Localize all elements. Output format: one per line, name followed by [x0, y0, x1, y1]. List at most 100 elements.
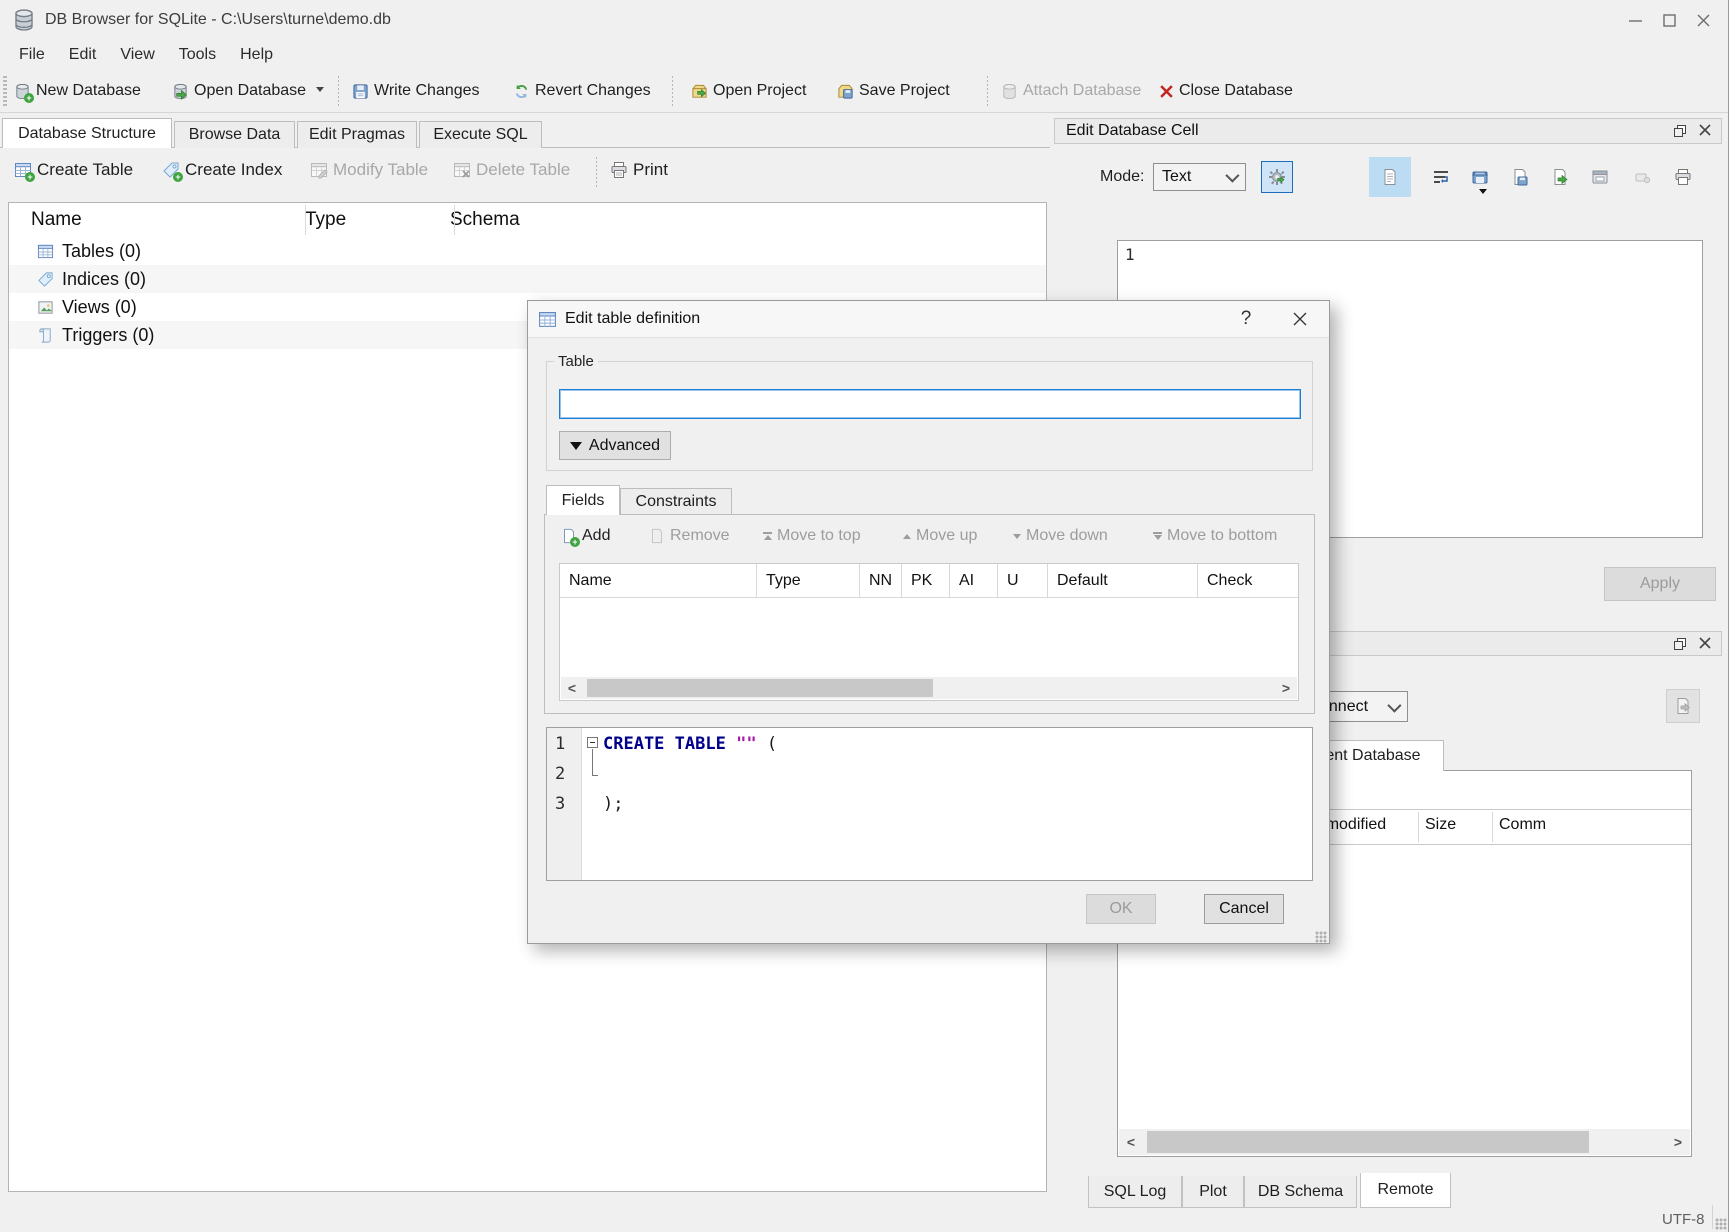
- move-to-top-button[interactable]: Move to top: [763, 527, 861, 545]
- move-to-bottom-button[interactable]: Move to bottom: [1153, 527, 1277, 545]
- encoding-indicator[interactable]: UTF-8: [1662, 1211, 1705, 1228]
- scrollbar-thumb[interactable]: [587, 679, 933, 697]
- maximize-button[interactable]: [1652, 5, 1686, 35]
- delete-table-button[interactable]: Delete Table: [453, 160, 570, 180]
- dialog-help-button[interactable]: ?: [1221, 308, 1271, 330]
- tab-sql-log[interactable]: SQL Log: [1088, 1176, 1182, 1208]
- dialog-close-button[interactable]: [1271, 312, 1329, 326]
- open-database-button[interactable]: Open Database: [172, 74, 306, 108]
- field-column-ai[interactable]: AI: [950, 564, 998, 597]
- menu-tools[interactable]: Tools: [168, 40, 227, 70]
- tree-column-type[interactable]: Type: [291, 209, 440, 231]
- line-number: 2: [555, 764, 565, 784]
- edit-table-definition-dialog: Edit table definition ? Table Advanced F…: [527, 300, 1330, 944]
- create-table-button[interactable]: + Create Table: [14, 160, 133, 180]
- column-divider[interactable]: [1492, 812, 1493, 842]
- code-fold-icon[interactable]: [587, 737, 598, 748]
- tree-column-schema[interactable]: Schema: [440, 209, 520, 231]
- print-button[interactable]: Print: [610, 160, 668, 180]
- save-project-button[interactable]: Save Project: [837, 74, 950, 108]
- toolbar-drag-handle[interactable]: [3, 76, 7, 107]
- menu-file[interactable]: File: [8, 40, 56, 70]
- import-dropdown-arrow[interactable]: [1479, 194, 1487, 212]
- print-cell-button[interactable]: [1669, 163, 1697, 191]
- dialog-title-bar[interactable]: Edit table definition ?: [528, 301, 1329, 338]
- advanced-button[interactable]: Advanced: [559, 431, 671, 460]
- write-changes-button[interactable]: Write Changes: [352, 74, 480, 108]
- tab-edit-pragmas[interactable]: Edit Pragmas: [297, 121, 417, 148]
- tab-current-database[interactable]: rent Database: [1312, 740, 1444, 771]
- column-size[interactable]: Size: [1425, 816, 1456, 834]
- word-wrap-icon: [1432, 168, 1450, 186]
- minimize-button[interactable]: [1618, 5, 1652, 35]
- scroll-left-icon[interactable]: <: [561, 677, 583, 699]
- field-column-default[interactable]: Default: [1048, 564, 1198, 597]
- menu-help[interactable]: Help: [229, 40, 284, 70]
- ok-button[interactable]: OK: [1086, 894, 1156, 924]
- export-cell-button[interactable]: [1546, 163, 1574, 191]
- cancel-button[interactable]: Cancel: [1204, 894, 1284, 924]
- field-column-check[interactable]: Check: [1198, 564, 1298, 597]
- save-cell-button[interactable]: [1506, 163, 1534, 191]
- menu-view[interactable]: View: [109, 40, 165, 70]
- open-project-button[interactable]: Open Project: [691, 74, 806, 108]
- column-divider[interactable]: [305, 205, 306, 235]
- tree-item-tables[interactable]: Tables (0): [9, 237, 1046, 265]
- apply-button[interactable]: Apply: [1604, 567, 1716, 601]
- close-panel-icon[interactable]: [1699, 637, 1711, 651]
- tab-db-schema[interactable]: DB Schema: [1244, 1176, 1357, 1208]
- scroll-left-icon[interactable]: <: [1119, 1129, 1143, 1155]
- fields-horizontal-scrollbar[interactable]: < >: [561, 677, 1297, 699]
- null-button[interactable]: [1629, 163, 1657, 191]
- field-column-name[interactable]: Name: [560, 564, 757, 597]
- tree-item-indices[interactable]: Indices (0): [9, 265, 1046, 293]
- line-number: 1: [555, 734, 565, 754]
- attach-database-button[interactable]: Attach Database: [1001, 74, 1141, 108]
- scroll-right-icon[interactable]: >: [1275, 677, 1297, 699]
- word-wrap-button[interactable]: [1427, 163, 1455, 191]
- remove-field-button[interactable]: Remove: [649, 527, 730, 545]
- scrollbar-thumb[interactable]: [1147, 1131, 1589, 1153]
- tab-constraints[interactable]: Constraints: [620, 488, 732, 515]
- close-panel-icon[interactable]: [1699, 124, 1711, 138]
- window-resize-grip[interactable]: [1715, 1218, 1727, 1230]
- tab-plot[interactable]: Plot: [1182, 1176, 1244, 1208]
- scroll-right-icon[interactable]: >: [1666, 1129, 1690, 1155]
- field-column-pk[interactable]: PK: [902, 564, 950, 597]
- tab-fields[interactable]: Fields: [546, 485, 620, 515]
- mode-select[interactable]: Text: [1153, 163, 1246, 191]
- tab-remote[interactable]: Remote: [1360, 1173, 1451, 1208]
- auto-format-button[interactable]: [1261, 161, 1293, 193]
- menu-edit[interactable]: Edit: [58, 40, 108, 70]
- remote-push-button[interactable]: [1666, 689, 1700, 723]
- float-panel-icon[interactable]: [1673, 124, 1687, 138]
- column-divider[interactable]: [454, 205, 455, 235]
- field-column-u[interactable]: U: [998, 564, 1048, 597]
- move-up-button[interactable]: Move up: [903, 527, 977, 545]
- tree-column-name[interactable]: Name: [9, 209, 291, 231]
- field-column-type[interactable]: Type: [757, 564, 860, 597]
- column-commit[interactable]: Comm: [1499, 816, 1546, 834]
- field-column-nn[interactable]: NN: [860, 564, 902, 597]
- add-field-button[interactable]: + Add: [561, 527, 610, 545]
- text-mode-toggle[interactable]: [1369, 157, 1411, 197]
- tab-execute-sql[interactable]: Execute SQL: [419, 121, 542, 148]
- remote-horizontal-scrollbar[interactable]: < >: [1119, 1129, 1690, 1155]
- float-panel-icon[interactable]: [1673, 637, 1687, 651]
- column-divider[interactable]: [1418, 812, 1419, 842]
- revert-changes-button[interactable]: Revert Changes: [513, 74, 651, 108]
- new-database-button[interactable]: + New Database: [14, 74, 141, 108]
- move-down-button[interactable]: Move down: [1013, 527, 1108, 545]
- import-button[interactable]: [1466, 163, 1494, 191]
- open-in-app-button[interactable]: [1586, 163, 1614, 191]
- tab-browse-data[interactable]: Browse Data: [174, 121, 295, 148]
- open-database-dropdown-arrow[interactable]: [316, 92, 324, 110]
- close-database-button[interactable]: Close Database: [1159, 74, 1293, 108]
- close-window-button[interactable]: [1686, 5, 1720, 35]
- dialog-resize-grip[interactable]: [1315, 931, 1327, 943]
- table-name-input[interactable]: [559, 389, 1301, 419]
- add-icon: +: [561, 528, 577, 544]
- create-index-button[interactable]: + Create Index: [162, 160, 282, 180]
- tab-database-structure[interactable]: Database Structure: [2, 118, 172, 148]
- modify-table-button[interactable]: Modify Table: [310, 160, 428, 180]
